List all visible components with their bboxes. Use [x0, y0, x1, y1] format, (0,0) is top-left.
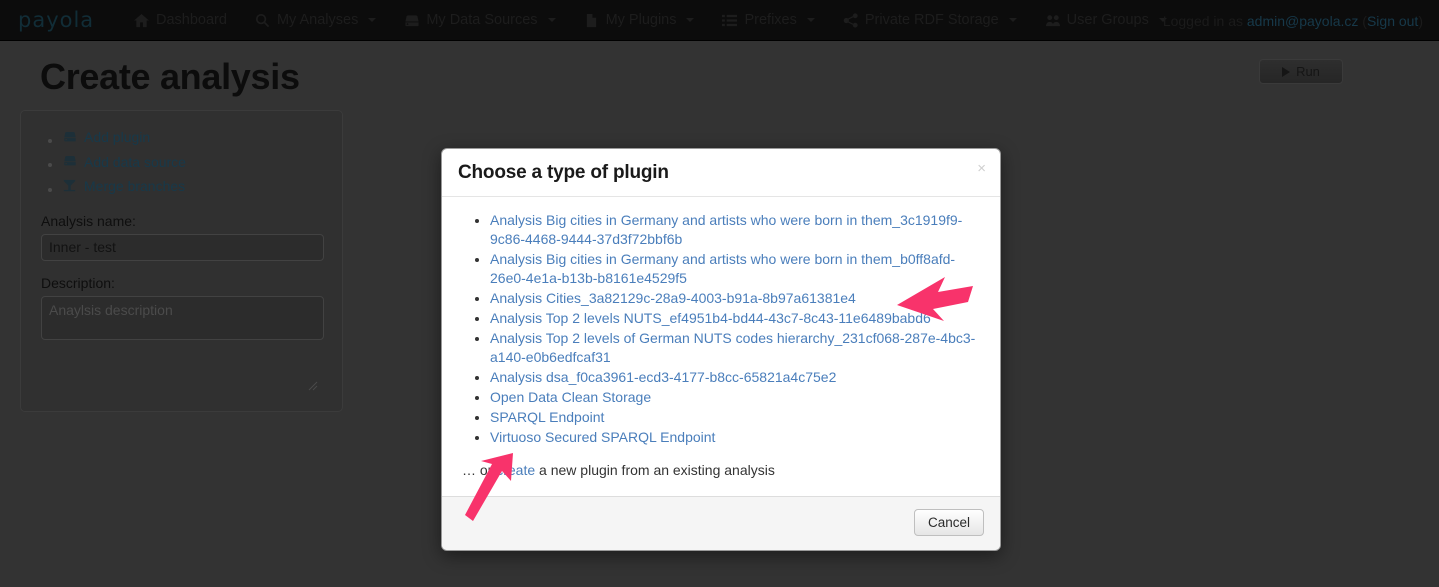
chevron-down-icon: [368, 18, 377, 22]
page-title: Create analysis: [40, 56, 300, 97]
nav-item-user-groups[interactable]: User Groups: [1031, 0, 1181, 41]
nav-items: Dashboard My Analyses My Data Sources My…: [120, 0, 1181, 41]
analysis-name-input[interactable]: [41, 233, 324, 261]
nav-label: My Analyses: [276, 12, 359, 28]
list-item: Analysis Top 2 levels NUTS_ef4951b4-bd44…: [490, 309, 982, 328]
add-plugin-link[interactable]: Add plugin: [63, 128, 150, 146]
plugin-link[interactable]: Analysis Big cities in Germany and artis…: [490, 212, 962, 247]
paren-close: ): [1418, 12, 1423, 29]
list-item: Analysis Top 2 levels of German NUTS cod…: [490, 329, 982, 367]
list-item: Merge branches: [63, 177, 342, 199]
hdd-icon: [63, 154, 78, 169]
close-icon[interactable]: ×: [977, 161, 986, 176]
plugin-link[interactable]: Analysis Top 2 levels NUTS_ef4951b4-bd44…: [490, 310, 931, 326]
nav-item-my-analyses[interactable]: My Analyses: [241, 0, 390, 41]
list-item: Add plugin: [63, 128, 342, 150]
brand-logo[interactable]: payola: [18, 7, 98, 33]
list-icon: [722, 13, 738, 28]
plugin-link[interactable]: SPARQL Endpoint: [490, 409, 604, 425]
play-icon: [1282, 66, 1291, 77]
plugin-link[interactable]: Open Data Clean Storage: [490, 389, 651, 405]
create-line-suffix: a new plugin from an existing analysis: [535, 462, 775, 478]
plugin-list: Analysis Big cities in Germany and artis…: [460, 211, 982, 447]
nav-label: Prefixes: [744, 12, 797, 28]
modal-title: Choose a type of plugin: [458, 162, 669, 183]
list-item: Analysis Cities_3a82129c-28a9-4003-b91a-…: [490, 289, 982, 308]
nav-label: Dashboard: [156, 12, 227, 28]
nav-label: User Groups: [1066, 12, 1149, 28]
list-item: Add data source: [63, 153, 342, 175]
analysis-actions-list: Add plugin Add data source Merge branche…: [21, 128, 342, 199]
chevron-down-icon: [1008, 18, 1017, 22]
plugin-link[interactable]: Analysis Cities_3a82129c-28a9-4003-b91a-…: [490, 290, 856, 306]
users-icon: [1045, 13, 1060, 28]
add-plugin-label: Add plugin: [84, 129, 151, 145]
create-line-prefix: … or: [462, 462, 497, 478]
nav-item-prefixes[interactable]: Prefixes: [708, 0, 828, 41]
list-item: SPARQL Endpoint: [490, 408, 982, 427]
modal-header: Choose a type of plugin ×: [442, 149, 1000, 197]
create-plugin-link[interactable]: create: [496, 462, 535, 478]
session-info: Logged in as admin@payola.cz (Sign out): [1163, 0, 1423, 41]
file-icon: [584, 13, 599, 28]
navbar: payola Dashboard My Analyses My Data Sou…: [0, 0, 1439, 41]
list-item: Analysis Big cities in Germany and artis…: [490, 211, 982, 249]
chevron-down-icon: [686, 18, 695, 22]
nav-item-private-rdf-storage[interactable]: Private RDF Storage: [829, 0, 1031, 41]
description-textarea[interactable]: [41, 295, 324, 340]
add-data-source-label: Add data source: [84, 153, 186, 170]
nav-item-my-plugins[interactable]: My Plugins: [570, 0, 709, 41]
nav-label: Private RDF Storage: [864, 12, 999, 28]
list-item: Virtuoso Secured SPARQL Endpoint: [490, 428, 982, 447]
hdd-icon: [63, 130, 78, 145]
plugin-link[interactable]: Virtuoso Secured SPARQL Endpoint: [490, 429, 715, 445]
chevron-down-icon: [547, 18, 556, 22]
analysis-name-label: Analysis name:: [41, 212, 136, 229]
resize-grip-icon[interactable]: [306, 379, 318, 391]
share-icon: [843, 12, 858, 28]
run-button-label: Run: [1296, 64, 1320, 79]
run-button[interactable]: Run: [1259, 59, 1343, 84]
logged-in-prefix: Logged in as: [1162, 12, 1243, 29]
nav-item-dashboard[interactable]: Dashboard: [120, 0, 241, 41]
user-email-link[interactable]: admin@payola.cz: [1247, 13, 1359, 29]
cancel-button[interactable]: Cancel: [913, 509, 984, 536]
nav-label: My Data Sources: [426, 12, 538, 28]
plugin-link[interactable]: Analysis Big cities in Germany and artis…: [490, 251, 955, 286]
hdd-icon: [404, 13, 419, 28]
list-item: Analysis Big cities in Germany and artis…: [490, 250, 982, 288]
modal-body: Analysis Big cities in Germany and artis…: [442, 197, 1000, 496]
list-item: Open Data Clean Storage: [490, 388, 982, 407]
add-data-source-link[interactable]: Add data source: [63, 153, 186, 171]
nav-item-my-data-sources[interactable]: My Data Sources: [390, 0, 569, 41]
plugin-link[interactable]: Analysis dsa_f0ca3961-ecd3-4177-b8cc-658…: [490, 369, 836, 385]
merge-branches-link[interactable]: Merge branches: [63, 177, 185, 195]
search-icon: [255, 13, 270, 28]
choose-plugin-modal: Choose a type of plugin × Analysis Big c…: [441, 148, 1001, 551]
plugin-link[interactable]: Analysis Top 2 levels of German NUTS cod…: [490, 330, 975, 365]
nav-label: My Plugins: [605, 12, 677, 28]
home-icon: [134, 13, 149, 28]
list-item: Analysis dsa_f0ca3961-ecd3-4177-b8cc-658…: [490, 368, 982, 387]
modal-footer: Cancel: [442, 496, 1000, 550]
description-label: Description:: [41, 274, 115, 291]
chevron-down-icon: [806, 18, 815, 22]
create-from-analysis-line: … or create a new plugin from an existin…: [462, 462, 982, 478]
sign-out-link[interactable]: Sign out: [1367, 13, 1418, 29]
funnel-icon: [63, 179, 78, 194]
analysis-editor-panel: Add plugin Add data source Merge branche…: [20, 110, 343, 412]
merge-branches-label: Merge branches: [84, 178, 186, 194]
